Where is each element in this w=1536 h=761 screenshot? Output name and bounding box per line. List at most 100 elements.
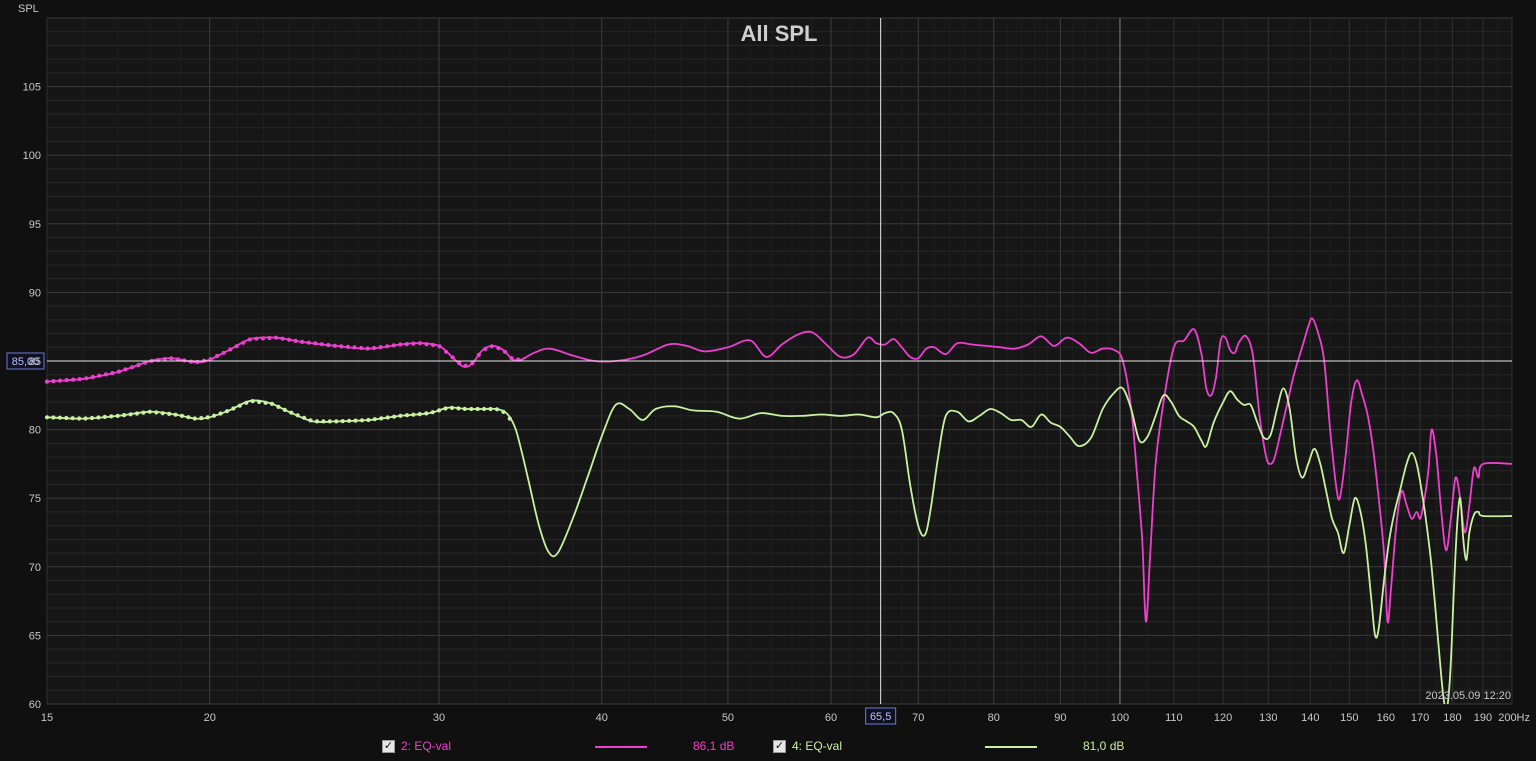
series-point-1 — [260, 336, 265, 341]
series-point-1 — [136, 362, 141, 368]
legend-checkbox-1[interactable]: ✓ — [382, 739, 395, 753]
series-point-1 — [58, 378, 63, 383]
series-point-2 — [134, 411, 140, 416]
series-point-1 — [483, 346, 488, 351]
series-point-2 — [154, 410, 159, 415]
y-tick-label: 105 — [23, 82, 41, 94]
series-point-1 — [287, 337, 292, 342]
x-tick-label: 150 — [1340, 712, 1358, 724]
series-point-1 — [496, 346, 501, 351]
series-point-2 — [366, 417, 371, 423]
x-tick-label: 50 — [722, 712, 734, 724]
series-point-2 — [269, 401, 275, 406]
series-point-2 — [417, 412, 422, 417]
series-point-2 — [173, 412, 178, 417]
legend-item-2[interactable]: ✓ 4: EQ-val — [773, 738, 842, 754]
series-point-2 — [430, 410, 435, 415]
series-point-2 — [192, 416, 197, 421]
x-tick-label: 40 — [596, 712, 608, 724]
series-point-1 — [267, 335, 272, 341]
series-point-2 — [501, 409, 506, 414]
series-point-1 — [273, 335, 279, 340]
series-point-2 — [218, 411, 223, 416]
series-point-2 — [109, 414, 114, 419]
series-point-1 — [280, 336, 285, 341]
y-tick-label: 60 — [29, 699, 41, 711]
series-point-2 — [302, 415, 307, 420]
series-point-1 — [188, 359, 193, 364]
series-point-2 — [179, 413, 185, 418]
series-point-2 — [353, 418, 358, 423]
series-point-1 — [215, 353, 220, 359]
series-point-2 — [250, 399, 255, 404]
series-point-2 — [231, 406, 236, 411]
series-point-1 — [103, 372, 108, 377]
legend-series-name-2: 4: EQ-val — [792, 739, 843, 753]
series-point-1 — [44, 379, 50, 384]
chart-title: All SPL — [740, 21, 817, 46]
x-tick-label: 130 — [1259, 712, 1277, 724]
y-tick-label: 95 — [29, 219, 41, 231]
series-point-2 — [147, 409, 152, 414]
series-point-2 — [57, 415, 63, 420]
series-point-2 — [462, 406, 467, 411]
series-point-1 — [359, 345, 364, 351]
timestamp: 2023.05.09 12:20 — [1425, 690, 1511, 702]
series-point-1 — [77, 377, 82, 382]
series-point-1 — [326, 342, 331, 348]
series-point-2 — [494, 407, 500, 412]
series-point-2 — [160, 411, 165, 416]
series-point-1 — [489, 344, 494, 349]
series-point-1 — [411, 341, 416, 346]
x-tick-label: 180 — [1443, 712, 1461, 724]
x-tick-label: 80 — [988, 712, 1000, 724]
y-tick-label: 85 — [29, 356, 41, 368]
series-point-2 — [347, 418, 352, 423]
series-point-2 — [199, 416, 204, 421]
x-tick-label: 100 — [1111, 712, 1129, 724]
legend-value-1: 86,1 dB — [693, 739, 735, 753]
series-point-1 — [228, 347, 233, 352]
series-point-2 — [507, 416, 512, 421]
series-point-1 — [110, 371, 115, 376]
series-point-2 — [456, 406, 461, 411]
series-point-1 — [319, 342, 324, 347]
series-point-2 — [482, 406, 487, 412]
series-point-1 — [509, 356, 514, 361]
series-point-2 — [372, 417, 377, 422]
series-point-2 — [224, 409, 230, 414]
series-point-2 — [205, 415, 210, 420]
y-tick-label: 90 — [29, 287, 41, 299]
x-tick-label: 60 — [825, 712, 837, 724]
x-tick-label: 110 — [1165, 712, 1183, 724]
legend-swatch-2 — [985, 746, 1037, 748]
series-point-1 — [247, 337, 252, 342]
series-point-2 — [327, 419, 332, 424]
series-point-1 — [182, 358, 187, 363]
series-point-2 — [424, 411, 429, 416]
series-point-2 — [411, 412, 416, 417]
legend-item-1[interactable]: ✓ 2: EQ-val — [382, 738, 451, 754]
x-tick-label: 70 — [912, 712, 924, 724]
series-point-2 — [44, 415, 50, 420]
x-tick-label: 120 — [1214, 712, 1232, 724]
series-point-1 — [470, 361, 475, 366]
series-point-1 — [450, 355, 455, 360]
x-tick-label: 140 — [1301, 712, 1319, 724]
x-tick-label: 200Hz — [1498, 712, 1530, 724]
series-point-1 — [345, 344, 351, 349]
series-point-2 — [334, 419, 339, 424]
series-point-1 — [444, 349, 449, 354]
series-point-1 — [306, 340, 311, 345]
series-point-1 — [430, 342, 436, 348]
series-point-1 — [424, 342, 429, 347]
x-tick-label: 160 — [1377, 712, 1395, 724]
series-point-2 — [89, 415, 95, 421]
series-point-2 — [449, 405, 455, 410]
series-point-1 — [391, 343, 396, 348]
series-point-1 — [476, 352, 481, 357]
y-tick-label: 75 — [29, 493, 41, 505]
series-point-1 — [463, 363, 468, 368]
series-point-2 — [83, 416, 88, 421]
legend-checkbox-2[interactable]: ✓ — [773, 739, 786, 753]
